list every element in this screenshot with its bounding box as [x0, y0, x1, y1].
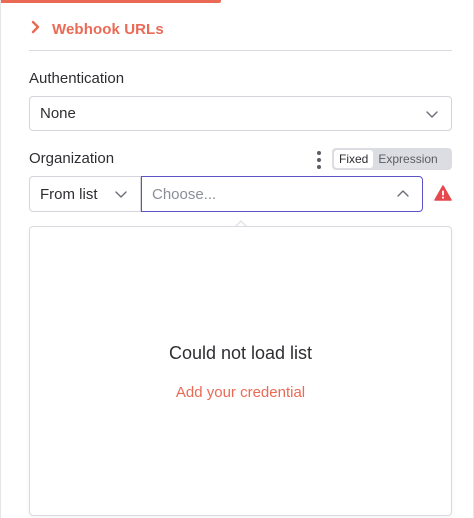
chevron-down-icon	[426, 110, 438, 118]
organization-search-input[interactable]	[142, 185, 396, 203]
empty-list-message: Could not load list	[168, 343, 313, 363]
parameters-panel: Webhook URLs Authentication None Organiz…	[0, 0, 474, 518]
add-credential-link[interactable]: Add your credential	[30, 384, 451, 401]
webhook-urls-toggle[interactable]: Webhook URLs	[29, 18, 164, 40]
active-tab-indicator	[1, 0, 221, 3]
authentication-select[interactable]: None	[29, 96, 452, 131]
toggle-expression[interactable]: Expression	[373, 150, 442, 168]
mode-value: From list	[40, 185, 98, 203]
organization-dropdown: Could not load list Add your credential	[29, 226, 452, 516]
chevron-up-icon[interactable]	[396, 187, 410, 201]
section-title: Webhook URLs	[52, 20, 164, 38]
organization-label: Organization	[29, 150, 115, 167]
authentication-label: Authentication	[29, 70, 125, 87]
organization-search-field[interactable]	[141, 176, 423, 212]
fixed-expression-toggle: Fixed Expression	[332, 148, 452, 170]
warning-triangle-icon	[434, 185, 452, 201]
more-options-icon[interactable]	[315, 151, 323, 169]
mode-select[interactable]: From list	[29, 176, 141, 212]
chevron-right-icon	[31, 20, 40, 34]
authentication-value: None	[40, 105, 76, 122]
chevron-down-icon	[115, 191, 127, 198]
toggle-fixed[interactable]: Fixed	[334, 150, 374, 168]
divider	[29, 50, 452, 51]
